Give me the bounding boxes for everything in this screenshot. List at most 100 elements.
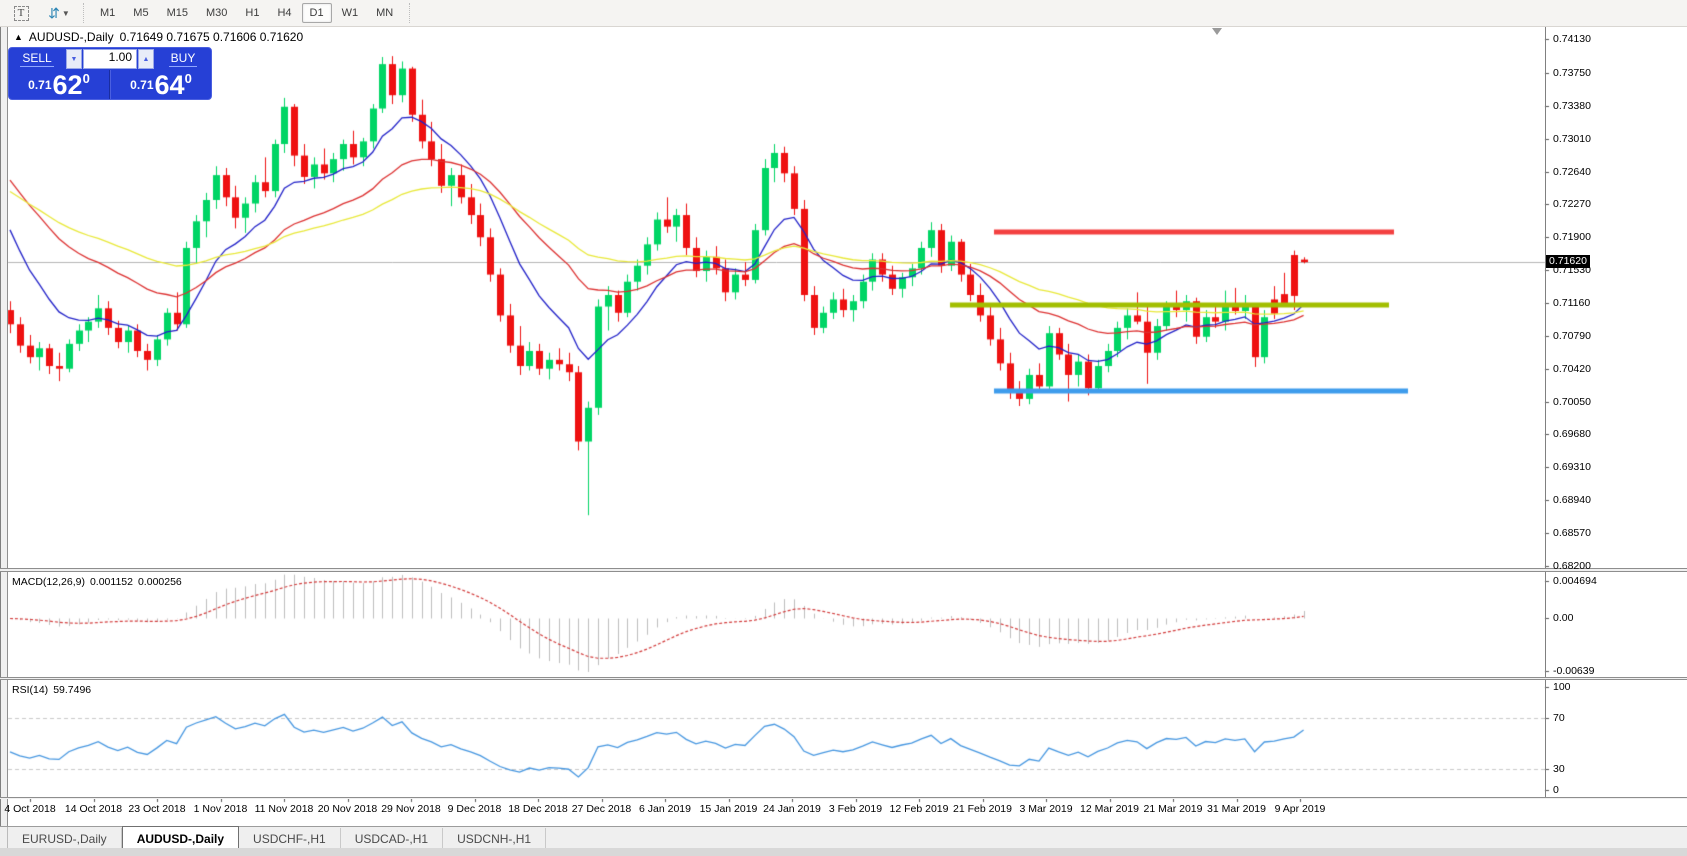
date-label: 3 Mar 2019	[1011, 803, 1081, 815]
date-label: 31 Mar 2019	[1202, 803, 1272, 815]
macd-axis-label: 0.004694	[1553, 575, 1597, 587]
tab-usdcnhh1[interactable]: USDCNH-,H1	[443, 828, 546, 848]
rsi-label: RSI(14)59.7496	[12, 684, 91, 696]
date-label: 12 Mar 2019	[1075, 803, 1145, 815]
chart-tab-bar: EURUSD-,DailyAUDUSD-,DailyUSDCHF-,H1USDC…	[0, 826, 1687, 848]
toolbar-separator	[409, 3, 410, 23]
timeframe-m30[interactable]: M30	[198, 3, 235, 23]
tab-audusddaily[interactable]: AUDUSD-,Daily	[122, 826, 239, 848]
chart-title: ▲ AUDUSD-,Daily 0.71649 0.71675 0.71606 …	[14, 30, 303, 44]
buy-button[interactable]: BUY	[155, 48, 211, 70]
date-label: 1 Nov 2018	[186, 803, 256, 815]
buy-button-label: BUY	[169, 51, 198, 67]
sell-price-big: 62	[53, 72, 83, 98]
price-axis-label: 0.71900	[1553, 231, 1591, 243]
sell-price-prefix: 0.71	[28, 78, 51, 92]
timeframe-d1[interactable]: D1	[302, 3, 332, 23]
price-axis-label: 0.70420	[1553, 363, 1591, 375]
macd-signal-value: 0.000256	[138, 576, 182, 588]
volume-input[interactable]: 1.00	[83, 49, 137, 69]
price-axis-label: 0.68570	[1553, 527, 1591, 539]
cursor-mode-icon: ⇵	[48, 5, 60, 22]
date-label: 21 Mar 2019	[1138, 803, 1208, 815]
macd-name: MACD(12,26,9)	[12, 576, 85, 588]
rsi-axis-label: 0	[1553, 784, 1559, 796]
sell-price-sup: 0	[83, 71, 90, 86]
rsi-panel-splitter[interactable]	[0, 677, 1687, 680]
chart-shift-marker[interactable]	[1212, 28, 1222, 35]
date-label: 9 Apr 2019	[1265, 803, 1335, 815]
sell-button-label: SELL	[20, 51, 53, 67]
text-tool-icon: T	[14, 6, 29, 21]
date-label: 14 Oct 2018	[59, 803, 129, 815]
price-axis-separator	[1545, 27, 1546, 797]
top-toolbar: T ⇵ ▼ M1M5M15M30H1H4D1W1MN	[0, 0, 1687, 27]
date-label: 15 Jan 2019	[694, 803, 764, 815]
macd-axis-label: -0.00639	[1553, 665, 1594, 677]
sell-price[interactable]: 0.71 62 0	[9, 70, 110, 99]
price-axis-label: 0.68940	[1553, 494, 1591, 506]
timeframe-group: M1M5M15M30H1H4D1W1MN	[91, 3, 402, 23]
rsi-axis-label: 70	[1553, 712, 1565, 724]
price-axis-label: 0.73010	[1553, 133, 1591, 145]
macd-axis-label: 0.00	[1553, 612, 1573, 624]
price-axis-label: 0.69680	[1553, 428, 1591, 440]
date-label: 12 Feb 2019	[884, 803, 954, 815]
macd-label: MACD(12,26,9) 0.001152 0.000256	[12, 576, 182, 588]
timeframe-h4[interactable]: H4	[269, 3, 299, 23]
arrow-down-icon: ▼	[71, 56, 78, 63]
timeframe-w1[interactable]: W1	[334, 3, 367, 23]
date-label: 23 Oct 2018	[122, 803, 192, 815]
date-axis-separator	[0, 797, 1687, 799]
timeframe-m15[interactable]: M15	[159, 3, 196, 23]
price-axis-label: 0.70050	[1553, 396, 1591, 408]
date-label: 11 Nov 2018	[249, 803, 319, 815]
price-axis-label: 0.70790	[1553, 330, 1591, 342]
chevron-down-icon: ▼	[62, 9, 70, 18]
mt4-window: T ⇵ ▼ M1M5M15M30H1H4D1W1MN ▲ AUDUSD-,Dai…	[0, 0, 1687, 856]
volume-decrease-button[interactable]: ▼	[66, 49, 82, 69]
price-axis-label: 0.72270	[1553, 198, 1591, 210]
buy-price-big: 64	[155, 72, 185, 98]
macd-main-value: 0.001152	[90, 576, 133, 588]
date-label: 6 Jan 2019	[630, 803, 700, 815]
buy-price-prefix: 0.71	[130, 78, 153, 92]
date-label: 18 Dec 2018	[503, 803, 573, 815]
sell-button[interactable]: SELL	[9, 48, 65, 70]
buy-price-sup: 0	[185, 71, 192, 86]
symbol-period-label: AUDUSD-,Daily	[29, 30, 114, 44]
date-label: 9 Dec 2018	[440, 803, 510, 815]
tab-bar-notch	[0, 827, 8, 848]
tab-eurusddaily[interactable]: EURUSD-,Daily	[8, 828, 122, 848]
ohlc-values: 0.71649 0.71675 0.71606 0.71620	[120, 30, 304, 44]
price-axis-label: 0.71160	[1553, 297, 1590, 309]
date-label: 20 Nov 2018	[313, 803, 383, 815]
timeframe-mn[interactable]: MN	[368, 3, 401, 23]
timeframe-h1[interactable]: H1	[237, 3, 267, 23]
symbol-marker-icon: ▲	[14, 32, 23, 42]
date-label: 4 Oct 2018	[0, 803, 65, 815]
price-axis-label: 0.74130	[1553, 33, 1591, 45]
current-price-tag: 0.71620	[1546, 255, 1590, 268]
macd-panel-splitter[interactable]	[0, 568, 1687, 572]
price-axis-label: 0.72640	[1553, 166, 1591, 178]
rsi-axis-label: 30	[1553, 763, 1565, 775]
tab-usdcadh1[interactable]: USDCAD-,H1	[341, 828, 443, 848]
date-label: 21 Feb 2019	[948, 803, 1018, 815]
chart-canvas[interactable]	[0, 0, 1687, 856]
window-left-border	[0, 27, 8, 826]
date-label: 24 Jan 2019	[757, 803, 827, 815]
buy-price[interactable]: 0.71 64 0	[110, 70, 211, 99]
cursor-mode-button[interactable]: ⇵ ▼	[42, 2, 76, 24]
volume-increase-button[interactable]: ▲	[138, 49, 154, 69]
price-axis-label: 0.73750	[1553, 67, 1591, 79]
timeframe-m1[interactable]: M1	[92, 3, 123, 23]
rsi-axis-label: 100	[1553, 681, 1571, 693]
tab-usdchfh1[interactable]: USDCHF-,H1	[239, 828, 341, 848]
date-label: 29 Nov 2018	[376, 803, 446, 815]
toolbar-separator	[83, 3, 84, 23]
timeframe-m5[interactable]: M5	[125, 3, 156, 23]
one-click-trading-panel: SELL ▼ 1.00 ▲ BUY 0.71 62 0 0.	[8, 47, 212, 100]
text-label-tool-button[interactable]: T	[8, 2, 34, 24]
price-axis-label: 0.73380	[1553, 100, 1591, 112]
